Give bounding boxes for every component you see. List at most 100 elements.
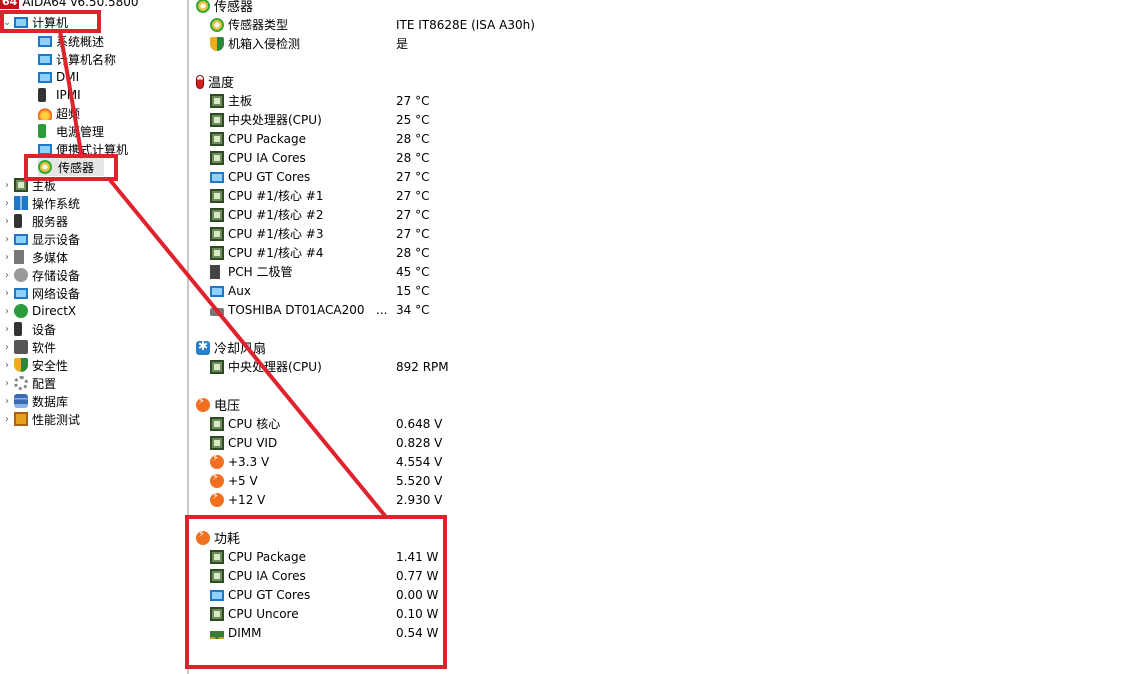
- row-value: 27 °C: [396, 93, 430, 108]
- list-item[interactable]: 传感器类型: [210, 15, 288, 34]
- list-item[interactable]: CPU Uncore: [210, 604, 299, 623]
- tree-item-overclock[interactable]: 超频: [38, 104, 80, 122]
- tree-item-label: IPMI: [56, 88, 81, 102]
- chevron-right-icon[interactable]: ›: [0, 180, 14, 191]
- list-item[interactable]: +12 V: [210, 490, 265, 509]
- cpu-icon: [210, 131, 224, 146]
- list-item[interactable]: CPU #1/核心 #4: [210, 243, 323, 262]
- cpu-icon: [210, 568, 224, 583]
- chevron-right-icon[interactable]: ›: [0, 378, 14, 389]
- list-item[interactable]: 机箱入侵检测: [210, 34, 300, 53]
- cpu-icon: [210, 549, 224, 564]
- tree-node-label: 存储设备: [32, 268, 81, 283]
- chevron-right-icon[interactable]: ›: [0, 414, 14, 425]
- tree-node-computer[interactable]: ⌄ 计算机: [0, 13, 68, 31]
- list-item[interactable]: CPU VID: [210, 433, 277, 452]
- tree-node-motherboard[interactable]: › 主板: [0, 176, 56, 194]
- config-icon: [14, 376, 28, 390]
- tree-node-label: 计算机: [32, 15, 69, 30]
- tree-node-software[interactable]: › 软件: [0, 338, 56, 356]
- list-item[interactable]: +5 V: [210, 471, 258, 490]
- list-item[interactable]: CPU GT Cores: [210, 167, 310, 186]
- power-icon: [38, 124, 46, 138]
- chevron-right-icon[interactable]: ›: [0, 360, 14, 371]
- tree-item-dmi[interactable]: DMI: [38, 68, 79, 86]
- app-title: 64 AIDA64 v6.50.5800: [0, 0, 139, 10]
- tree-node-multimedia[interactable]: › 多媒体: [0, 248, 68, 266]
- cpu-icon: [210, 112, 224, 127]
- list-item[interactable]: TOSHIBA DT01ACA200...: [210, 300, 387, 319]
- section-voltage: 电压: [196, 395, 240, 414]
- tree-node-directx[interactable]: › DirectX: [0, 302, 76, 320]
- row-label: 主板: [228, 94, 253, 108]
- chevron-right-icon[interactable]: ›: [0, 252, 14, 263]
- splitter[interactable]: [187, 0, 189, 674]
- chevron-right-icon[interactable]: ›: [0, 234, 14, 245]
- tree-item-computer-name[interactable]: 计算机名称: [38, 50, 116, 68]
- list-item[interactable]: CPU #1/核心 #3: [210, 224, 323, 243]
- row-label: CPU #1/核心 #4: [228, 246, 324, 260]
- shield-icon: [210, 36, 224, 51]
- section-title: 冷却风扇: [214, 342, 267, 357]
- list-item[interactable]: CPU Package: [210, 129, 306, 148]
- network-icon: [14, 288, 28, 299]
- monitor-icon: [38, 54, 52, 65]
- tree-item-power-management[interactable]: 电源管理: [38, 122, 104, 140]
- list-item[interactable]: CPU IA Cores: [210, 148, 306, 167]
- tree-node-display[interactable]: › 显示设备: [0, 230, 80, 248]
- tree-node-os[interactable]: › 操作系统: [0, 194, 80, 212]
- tree-node-config[interactable]: › 配置: [0, 374, 56, 392]
- list-item[interactable]: CPU GT Cores: [210, 585, 310, 604]
- tree-node-label: 性能测试: [32, 412, 81, 427]
- chevron-right-icon[interactable]: ›: [0, 216, 14, 227]
- chevron-right-icon[interactable]: ›: [0, 396, 14, 407]
- list-item[interactable]: PCH 二极管: [210, 262, 292, 281]
- chevron-right-icon[interactable]: ›: [0, 198, 14, 209]
- chevron-right-icon[interactable]: ›: [0, 306, 14, 317]
- tree-node-storage[interactable]: › 存储设备: [0, 266, 80, 284]
- tree-item-system-summary[interactable]: 系统概述: [38, 32, 104, 50]
- list-item[interactable]: CPU #1/核心 #2: [210, 205, 323, 224]
- tree-item-ipmi[interactable]: IPMI: [38, 86, 81, 104]
- hard-drive-icon: [210, 307, 224, 316]
- benchmark-icon: [14, 412, 28, 426]
- chevron-right-icon[interactable]: ›: [0, 324, 14, 335]
- list-item[interactable]: 主板: [210, 91, 252, 110]
- chevron-down-icon[interactable]: ⌄: [0, 17, 14, 28]
- list-item[interactable]: CPU Package: [210, 547, 306, 566]
- tree-node-label: 数据库: [32, 394, 69, 409]
- list-item[interactable]: CPU IA Cores: [210, 566, 306, 585]
- tree-node-label: 服务器: [32, 214, 69, 229]
- tree-item-portable[interactable]: 便携式计算机: [38, 140, 128, 158]
- row-label: CPU #1/核心 #3: [228, 227, 324, 241]
- tree-node-network[interactable]: › 网络设备: [0, 284, 80, 302]
- tree-node-label: 软件: [32, 340, 57, 355]
- list-item[interactable]: Aux: [210, 281, 251, 300]
- tree-node-database[interactable]: › 数据库: [0, 392, 68, 410]
- list-item[interactable]: DIMM: [210, 623, 262, 642]
- row-value: 1.41 W: [396, 549, 439, 564]
- tree-node-devices[interactable]: › 设备: [0, 320, 56, 338]
- tree-node-security[interactable]: › 安全性: [0, 356, 68, 374]
- tree-node-benchmark[interactable]: › 性能测试: [0, 410, 80, 428]
- list-item[interactable]: CPU 核心: [210, 414, 280, 433]
- tree-item-label: 电源管理: [56, 124, 105, 139]
- row-value: 45 °C: [396, 264, 430, 279]
- sensor-details-panel: 传感器 传感器类型 ITE IT8628E (ISA A30h) 机箱入侵检测 …: [190, 0, 1136, 674]
- thermometer-icon: [196, 74, 204, 89]
- list-item[interactable]: 中央处理器(CPU): [210, 110, 322, 129]
- server-icon: [14, 214, 22, 228]
- chevron-right-icon[interactable]: ›: [0, 342, 14, 353]
- tree-node-label: 安全性: [32, 358, 69, 373]
- row-value: 5.520 V: [396, 473, 443, 488]
- list-item[interactable]: 中央处理器(CPU): [210, 357, 322, 376]
- chevron-right-icon[interactable]: ›: [0, 270, 14, 281]
- tree-item-sensor[interactable]: 传感器: [38, 158, 105, 176]
- list-item[interactable]: CPU #1/核心 #1: [210, 186, 323, 205]
- chevron-right-icon[interactable]: ›: [0, 288, 14, 299]
- row-value: 是: [396, 37, 409, 51]
- list-item[interactable]: +3.3 V: [210, 452, 269, 471]
- monitor-icon: [210, 285, 224, 297]
- tree-node-server[interactable]: › 服务器: [0, 212, 68, 230]
- row-value: 25 °C: [396, 112, 430, 127]
